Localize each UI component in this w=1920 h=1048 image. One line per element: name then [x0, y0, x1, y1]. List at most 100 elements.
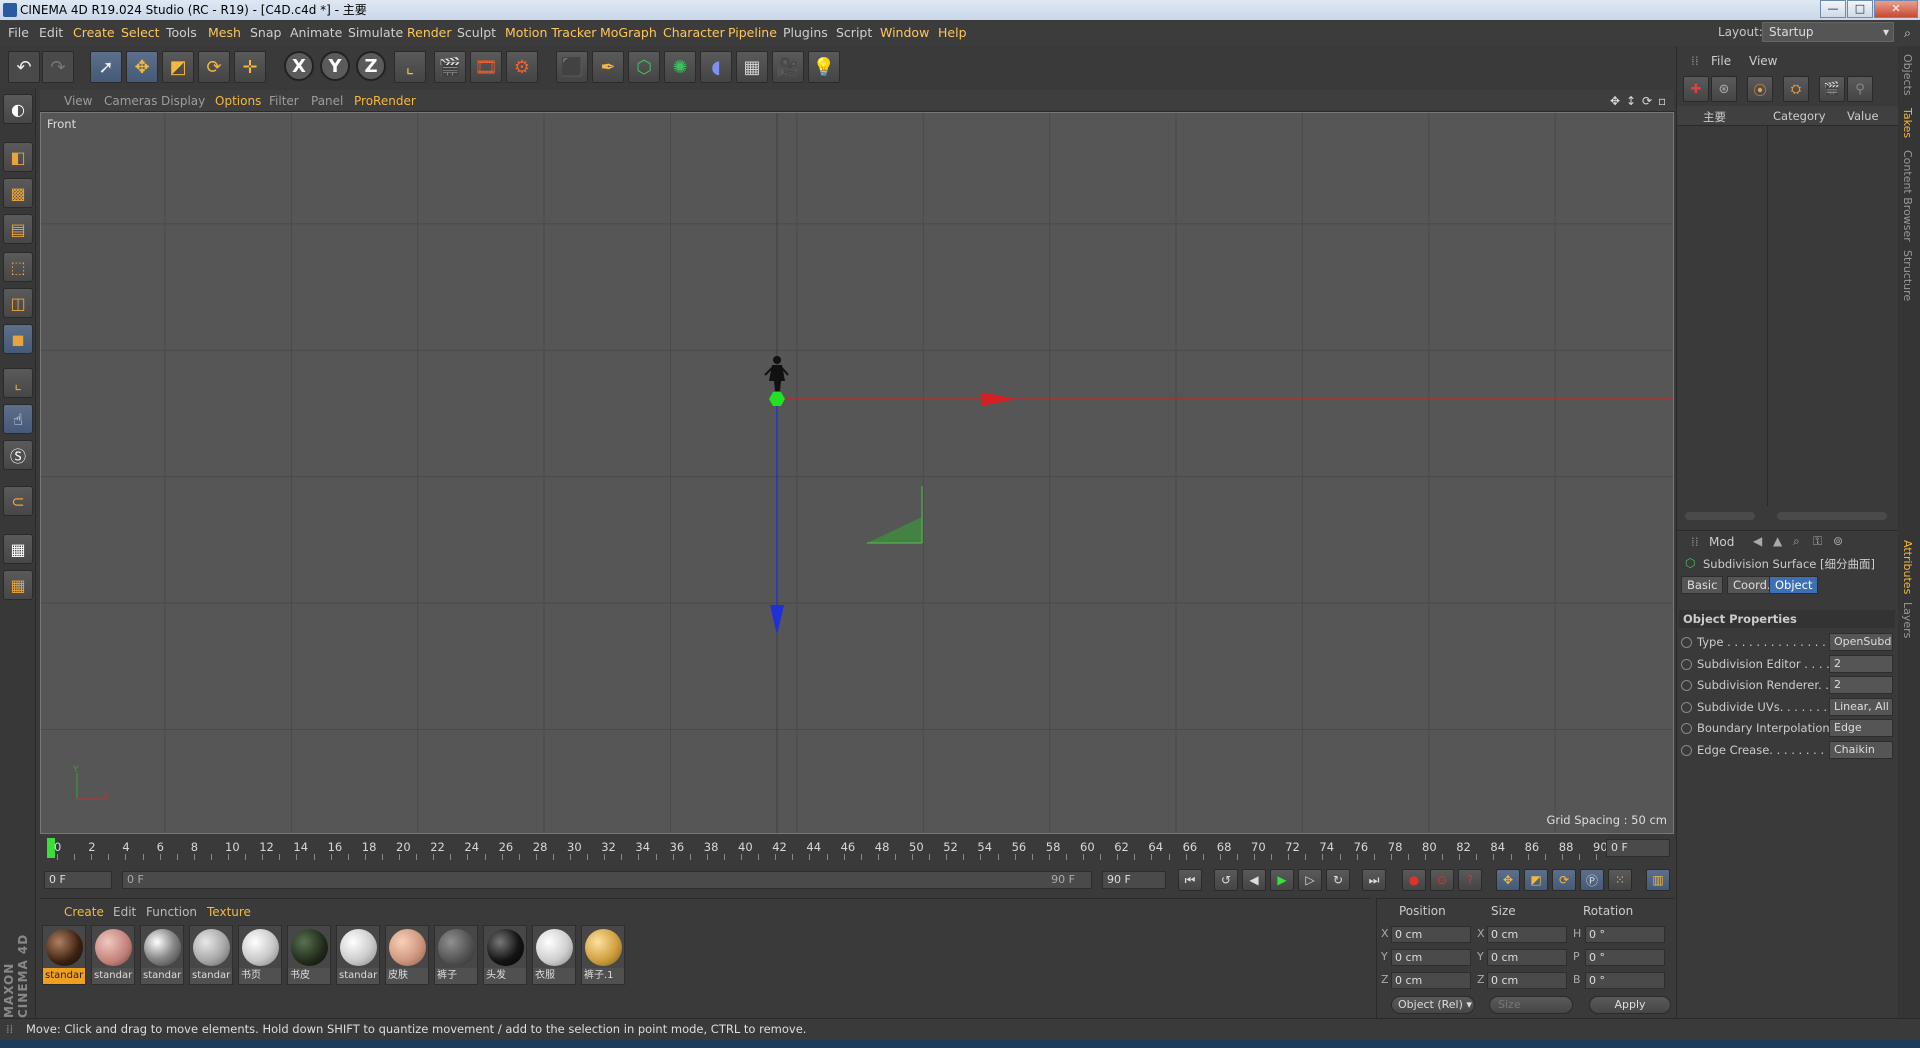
pos-y-field[interactable]: 0 cm — [1391, 949, 1471, 966]
apply-button[interactable]: Apply — [1589, 996, 1671, 1014]
workplane-lock-icon[interactable]: ▦ — [3, 534, 33, 564]
pos-x-field[interactable]: 0 cm — [1391, 926, 1471, 943]
pos-z-field[interactable]: 0 cm — [1391, 972, 1471, 989]
search-icon[interactable]: ⌕ — [1904, 25, 1911, 41]
take-override-icon[interactable]: ⊛ — [1711, 76, 1737, 102]
camera-icon[interactable]: 🎥 — [772, 51, 804, 83]
main-take-label[interactable]: 主要 — [1703, 109, 1726, 125]
menu-help[interactable]: Help — [938, 25, 967, 40]
side-tab-structure[interactable]: Structure — [1901, 250, 1914, 301]
back-arrow-icon[interactable]: ◀ — [1753, 534, 1762, 548]
key-pla-icon[interactable]: ⁙ — [1608, 869, 1632, 891]
values-scrollbar[interactable] — [1777, 512, 1887, 520]
take-lock-icon[interactable]: ⚲ — [1847, 76, 1873, 102]
end-frame-field[interactable]: 90 F — [1102, 871, 1166, 889]
menu-window[interactable]: Window — [880, 25, 929, 40]
record-keys-icon[interactable]: ● — [1402, 869, 1426, 891]
keyframe-selection-icon[interactable]: ? — [1458, 869, 1482, 891]
render-view-icon[interactable]: 🎬 — [434, 51, 466, 83]
menu-create[interactable]: Create — [73, 25, 115, 40]
close-button[interactable]: ✕ — [1874, 0, 1918, 18]
pen-icon[interactable]: ✒ — [592, 51, 624, 83]
rot-h-field[interactable]: 0 ° — [1585, 926, 1665, 943]
polygons-mode-icon[interactable]: ◼ — [3, 324, 33, 354]
menu-file[interactable]: File — [8, 25, 29, 40]
attributes-mode-menu[interactable]: Mod — [1709, 535, 1734, 549]
menu-tools[interactable]: Tools — [166, 25, 197, 40]
next-key-icon[interactable]: ↻ — [1326, 869, 1350, 891]
material-swatch[interactable]: standar — [336, 925, 380, 985]
animate-radio-icon[interactable] — [1681, 658, 1692, 670]
minimize-button[interactable]: — — [1820, 0, 1846, 18]
material-tab-edit[interactable]: Edit — [113, 905, 136, 919]
workplane-mode-icon[interactable]: ▤ — [3, 214, 33, 244]
side-tab-attributes[interactable]: Attributes — [1901, 540, 1914, 594]
y-axis-lock-button[interactable]: Y — [320, 51, 350, 81]
coordinate-system-icon[interactable]: ⌞ — [394, 51, 426, 83]
menu-character[interactable]: Character — [663, 25, 725, 40]
solo-icon[interactable]: Ⓢ — [3, 440, 33, 470]
key-position-icon[interactable]: ✥ — [1496, 869, 1520, 891]
subdivision-surface-icon[interactable]: ⬡ — [628, 51, 660, 83]
viewport-menu-filter[interactable]: Filter — [269, 94, 299, 108]
rot-p-field[interactable]: 0 ° — [1585, 949, 1665, 966]
menu-simulate[interactable]: Simulate — [348, 25, 403, 40]
viewport-menu-view[interactable]: View — [64, 94, 92, 108]
texture-mode-icon[interactable]: ▩ — [3, 178, 33, 208]
origin-handle[interactable] — [769, 392, 785, 406]
animate-radio-icon[interactable] — [1681, 637, 1692, 648]
menu-pipeline[interactable]: Pipeline — [728, 25, 777, 40]
planar-workplane-icon[interactable]: ▦ — [3, 570, 33, 600]
animate-radio-icon[interactable] — [1681, 723, 1692, 735]
take-render-icon[interactable]: 🎬 — [1819, 76, 1845, 102]
floor-icon[interactable]: ▦ — [736, 51, 768, 83]
render-picture-viewer-icon[interactable]: 🎞 — [470, 51, 502, 83]
scale-tool-icon[interactable]: ◩ — [162, 51, 194, 83]
key-scale-icon[interactable]: ◩ — [1524, 869, 1548, 891]
rot-b-field[interactable]: 0 ° — [1585, 972, 1665, 989]
recent-tool-icon[interactable]: ✛ — [234, 51, 266, 83]
viewport-menu-options[interactable]: Options — [215, 94, 261, 108]
menu-select[interactable]: Select — [121, 25, 160, 40]
viewport-menu-prorender[interactable]: ProRender — [354, 94, 416, 108]
start-frame-field[interactable]: 0 F — [44, 871, 112, 889]
go-to-end-icon[interactable]: ⏭ — [1362, 869, 1386, 891]
material-swatch[interactable]: 裤子 — [434, 925, 478, 985]
property-value[interactable]: 2 — [1829, 676, 1893, 695]
take-record-icon[interactable]: ⦿ — [1747, 76, 1773, 102]
property-value[interactable]: 2 — [1829, 654, 1893, 673]
animate-radio-icon[interactable] — [1681, 745, 1692, 756]
material-swatch[interactable]: standar — [91, 925, 135, 985]
key-rotation-icon[interactable]: ⟳ — [1552, 869, 1576, 891]
layout-select[interactable]: Startup ▾ — [1762, 22, 1894, 42]
material-swatch[interactable]: standar — [189, 925, 233, 985]
add-take-icon[interactable]: ✚ — [1683, 76, 1709, 102]
side-tab-layers[interactable]: Layers — [1901, 602, 1914, 638]
edges-mode-icon[interactable]: ◫ — [3, 288, 33, 318]
takes-menu-file[interactable]: File — [1711, 54, 1731, 68]
previous-key-icon[interactable]: ↺ — [1214, 869, 1238, 891]
size-y-field[interactable]: 0 cm — [1487, 949, 1567, 966]
menu-mesh[interactable]: Mesh — [208, 25, 241, 40]
next-frame-icon[interactable]: ▷ — [1298, 869, 1322, 891]
viewport-menu-panel[interactable]: Panel — [311, 94, 343, 108]
go-to-start-icon[interactable]: ⏮ — [1178, 869, 1202, 891]
deformer-icon[interactable]: ◖ — [700, 51, 732, 83]
property-value[interactable]: Linear, All — [1829, 697, 1893, 716]
material-tab-function[interactable]: Function — [146, 905, 197, 919]
animate-radio-icon[interactable] — [1681, 680, 1692, 692]
property-value[interactable]: Edge — [1829, 719, 1893, 738]
current-frame-field[interactable]: 0 F — [1606, 839, 1670, 857]
undo-icon[interactable]: ↶ — [8, 51, 40, 83]
front-viewport[interactable]: Front Y X Grid Spacing : 50 cm — [40, 112, 1674, 834]
snap-icon[interactable]: ⊂ — [3, 486, 33, 516]
viewport-toggle-icon[interactable]: ▫ — [1658, 94, 1666, 108]
viewport-rotate-icon[interactable]: ⟳ — [1642, 94, 1652, 108]
size-x-field[interactable]: 0 cm — [1487, 926, 1567, 943]
frame-range-slider[interactable]: 0 F 90 F — [122, 871, 1092, 889]
menu-motion-tracker[interactable]: Motion Tracker — [505, 25, 596, 40]
tab-basic[interactable]: Basic — [1681, 576, 1724, 594]
menu-script[interactable]: Script — [836, 25, 872, 40]
maximize-button[interactable]: □ — [1847, 0, 1873, 18]
size-z-field[interactable]: 0 cm — [1487, 972, 1567, 989]
